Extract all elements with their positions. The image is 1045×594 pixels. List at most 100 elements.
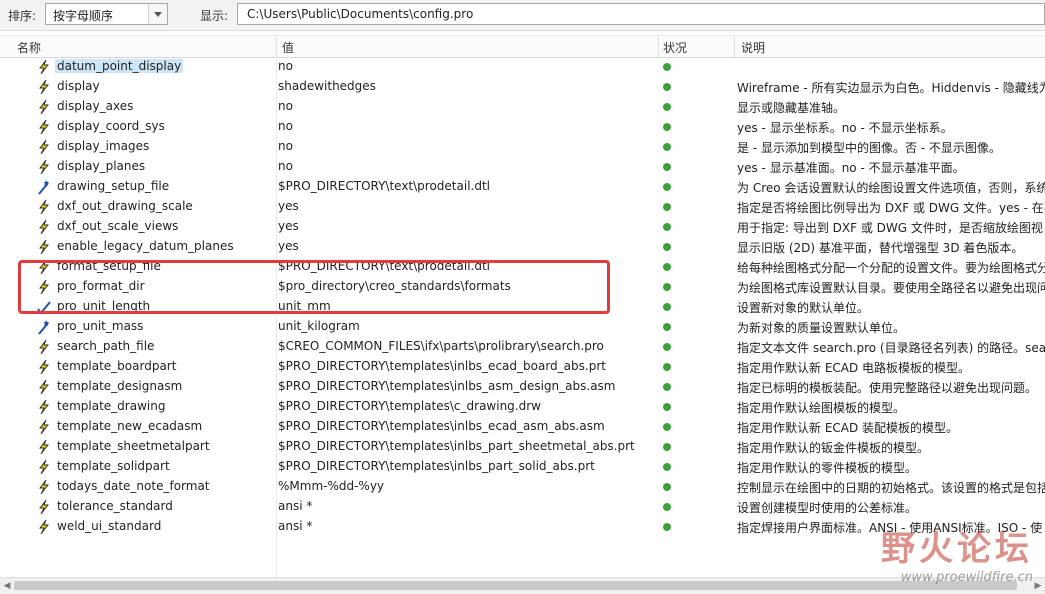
option-value[interactable]: $PRO_DIRECTORY\templates\inlbs_part_soli… [278,459,595,473]
table-row[interactable]: template_new_ecadasm $PRO_DIRECTORY\templ… [0,417,1045,437]
option-name[interactable]: enable_legacy_datum_planes [57,239,234,253]
column-header-desc[interactable]: 说明 [741,39,765,56]
option-value[interactable]: shadewithedges [278,79,376,93]
column-header-value[interactable]: 值 [282,39,294,56]
table-row[interactable]: template_drawing $PRO_DIRECTORY\templates… [0,397,1045,417]
scrollbar-thumb[interactable] [14,581,1017,590]
option-name[interactable]: template_drawing [57,399,165,413]
config-path-field[interactable]: C:\Users\Public\Documents\config.pro [237,3,1045,25]
table-header: 名称 值 状况 说明 [0,35,1045,58]
table-row[interactable]: drawing_setup_file $PRO_DIRECTORY\text\pr… [0,177,1045,197]
table-row[interactable]: display shadewithedges Wireframe - 所有实边显示为… [0,77,1045,97]
option-value[interactable]: unit_kilogram [278,319,360,333]
status-dot-icon [663,203,671,211]
table-row[interactable]: tolerance_standard ansi * 设置创建模型时使用的公差标准。 [0,497,1045,517]
option-value[interactable]: ansi * [278,519,312,533]
status-dot-icon [663,263,671,271]
table-row[interactable]: display_axes no 显示或隐藏基准轴。 [0,97,1045,117]
annotation-highlight-box [18,260,610,314]
scroll-left-icon[interactable]: ◀ [0,578,14,594]
table-row[interactable]: display_planes no yes - 显示基准面。no - 不显示基准平面… [0,157,1045,177]
option-value[interactable]: yes [278,199,299,213]
status-dot-icon [663,343,671,351]
option-name[interactable]: template_sheetmetalpart [57,439,210,453]
table-row[interactable]: display_coord_sys no yes - 显示坐标系。no - 不显示坐… [0,117,1045,137]
option-name[interactable]: weld_ui_standard [57,519,161,533]
option-value[interactable]: $PRO_DIRECTORY\templates\inlbs_asm_desig… [278,379,616,393]
option-name[interactable]: template_designasm [57,379,182,393]
option-value[interactable]: $PRO_DIRECTORY\text\prodetail.dtl [278,179,490,193]
status-dot-icon [663,503,671,511]
column-header-name[interactable]: 名称 [17,39,41,56]
option-description: 指定用作默认新 ECAD 电路板模板的模型。 [737,361,971,375]
option-name[interactable]: display [57,79,100,93]
status-dot-icon [663,463,671,471]
option-value[interactable]: $PRO_DIRECTORY\templates\c_drawing.drw [278,399,541,413]
option-value[interactable]: no [278,159,293,173]
option-value[interactable]: yes [278,239,299,253]
option-name[interactable]: template_solidpart [57,459,170,473]
option-name[interactable]: dxf_out_scale_views [57,219,178,233]
status-dot-icon [663,363,671,371]
option-name[interactable]: display_images [57,139,149,153]
option-value[interactable]: %Mmm-%dd-%yy [278,479,384,493]
option-description: 指定用作默认新 ECAD 装配模板的模型。 [737,421,959,435]
option-value[interactable]: ansi * [278,499,312,513]
option-name[interactable]: todays_date_note_format [57,479,210,493]
option-name[interactable]: tolerance_standard [57,499,173,513]
status-dot-icon [663,83,671,91]
option-value[interactable]: no [278,139,293,153]
table-row[interactable]: dxf_out_scale_views yes 用于指定: 导出到 DXF 或 DW… [0,217,1045,237]
table-row[interactable]: display_images no 是 - 显示添加到模型中的图像。否 - 不显示图… [0,137,1045,157]
option-name[interactable]: dxf_out_drawing_scale [57,199,193,213]
table-row[interactable]: template_sheetmetalpart $PRO_DIRECTORY\te… [0,437,1045,457]
status-dot-icon [663,283,671,291]
table-row[interactable]: template_designasm $PRO_DIRECTORY\templat… [0,377,1045,397]
option-name[interactable]: search_path_file [57,339,154,353]
lightning-icon [37,119,51,135]
option-value[interactable]: no [278,119,293,133]
lightning-icon [37,379,51,395]
sort-value: 按字母顺序 [53,9,114,23]
option-value[interactable]: no [278,59,293,73]
option-name[interactable]: pro_unit_mass [57,319,143,333]
option-description: 指定用作默认的钣金件模板的模型。 [737,441,930,455]
table-row[interactable]: pro_unit_mass unit_kilogram 为新对象的质量设置默认单位。 [0,317,1045,337]
lightning-icon [37,199,51,215]
table-row[interactable]: dxf_out_drawing_scale yes 指定是否将绘图比例导出为 DXF… [0,197,1045,217]
option-name[interactable]: display_coord_sys [57,119,165,133]
lightning-icon [37,159,51,175]
table-row[interactable]: datum_point_display no [0,57,1045,77]
option-description: 用于指定: 导出到 DXF 或 DWG 文件时，是否缩放绘图视 [737,221,1043,235]
option-name[interactable]: template_boardpart [57,359,176,373]
option-name[interactable]: display_axes [57,99,133,113]
option-name[interactable]: datum_point_display [55,59,184,73]
sort-dropdown[interactable]: 按字母顺序 [45,3,168,25]
table-row[interactable]: todays_date_note_format %Mmm-%dd-%yy 控制显示在… [0,477,1045,497]
option-value[interactable]: no [278,99,293,113]
option-name[interactable]: template_new_ecadasm [57,419,202,433]
watermark-url: www.proewildfire.cn [900,570,1033,585]
table-row[interactable]: template_solidpart $PRO_DIRECTORY\templat… [0,457,1045,477]
lightning-icon [37,479,51,495]
lightning-icon [37,439,51,455]
option-value[interactable]: $PRO_DIRECTORY\templates\inlbs_part_shee… [278,439,635,453]
option-value[interactable]: yes [278,219,299,233]
lightning-icon [37,79,51,95]
status-dot-icon [663,383,671,391]
option-name[interactable]: display_planes [57,159,145,173]
table-row[interactable]: template_boardpart $PRO_DIRECTORY\templat… [0,357,1045,377]
column-header-status[interactable]: 状况 [663,39,687,56]
lightning-icon [37,459,51,475]
scroll-right-icon[interactable]: ▶ [1031,578,1045,594]
table-row[interactable]: search_path_file $CREO_COMMON_FILES\ifx\p… [0,337,1045,357]
chevron-down-icon[interactable] [148,4,167,24]
option-value[interactable]: $PRO_DIRECTORY\templates\inlbs_ecad_asm_… [278,419,605,433]
option-description: Wireframe - 所有实边显示为白色。Hiddenvis - 隐藏线为 [737,81,1045,95]
option-description: 设置新对象的默认单位。 [737,301,870,315]
option-value[interactable]: $CREO_COMMON_FILES\ifx\parts\prolibrary\… [278,339,604,353]
option-name[interactable]: drawing_setup_file [57,179,169,193]
table-row[interactable]: enable_legacy_datum_planes yes 显示旧版 (2D) 基… [0,237,1045,257]
status-dot-icon [663,223,671,231]
option-value[interactable]: $PRO_DIRECTORY\templates\inlbs_ecad_boar… [278,359,606,373]
